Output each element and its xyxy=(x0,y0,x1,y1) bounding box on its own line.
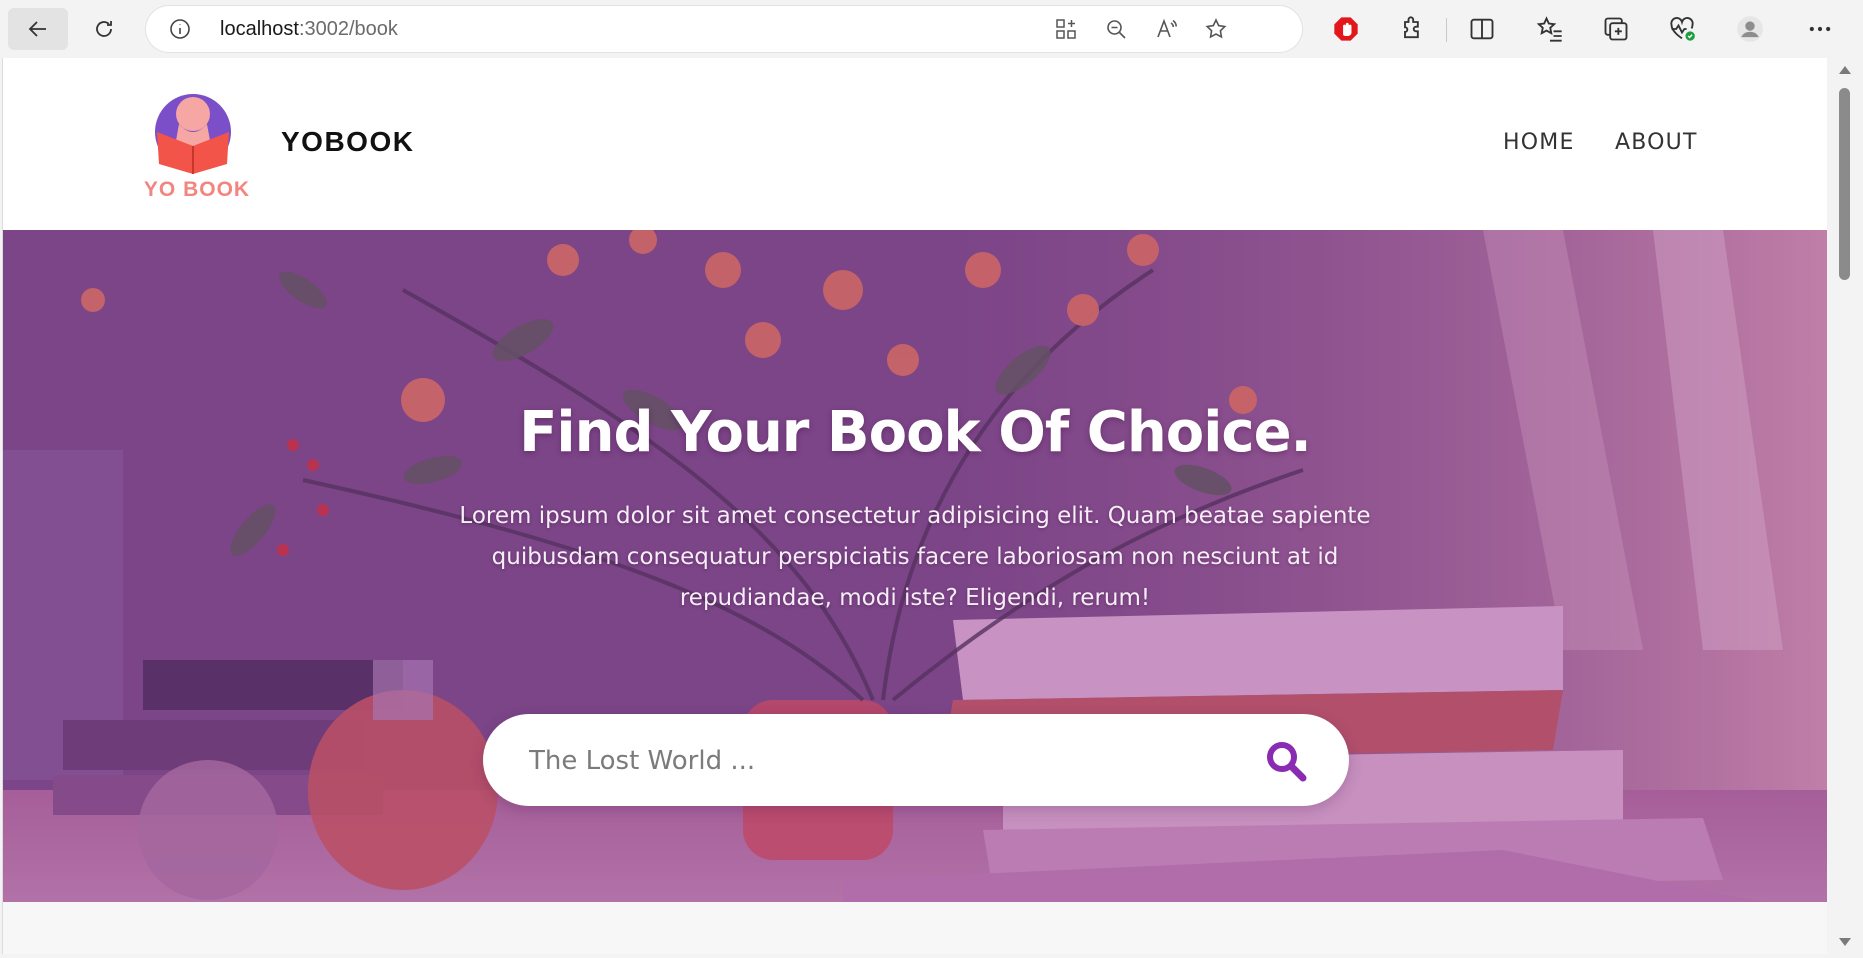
search-button[interactable] xyxy=(1261,736,1311,786)
app-grid-icon[interactable] xyxy=(1054,17,1078,41)
nav-link-about[interactable]: ABOUT xyxy=(1615,130,1698,155)
address-bar[interactable]: localhost:3002/book xyxy=(146,6,1302,52)
split-screen-icon[interactable] xyxy=(1468,15,1496,43)
search-icon xyxy=(1267,742,1307,782)
hero-description: Lorem ipsum dolor sit amet consectetur a… xyxy=(459,503,1371,611)
collections-icon[interactable] xyxy=(1602,15,1630,43)
hero-section: Find Your Book Of Choice. Lorem ipsum do… xyxy=(3,230,1827,902)
profile-icon[interactable] xyxy=(1736,15,1764,43)
more-icon[interactable] xyxy=(1806,15,1834,43)
extensions-icon[interactable] xyxy=(1398,15,1426,43)
search-bar xyxy=(483,714,1349,806)
favorites-list-icon[interactable] xyxy=(1536,15,1564,43)
logo-caption: YO BOOK xyxy=(143,178,251,201)
scroll-down-arrow-icon[interactable] xyxy=(1839,938,1851,946)
back-arrow-icon xyxy=(28,21,46,37)
url-text[interactable]: localhost:3002/book xyxy=(220,18,398,41)
reload-icon xyxy=(96,21,112,37)
favorite-star-icon[interactable] xyxy=(1204,17,1228,41)
scroll-up-arrow-icon[interactable] xyxy=(1839,66,1851,74)
url-host: localhost xyxy=(220,18,299,40)
site-header: YO BOOK YOBOOK HOME ABOUT xyxy=(3,58,1827,230)
nav-link-home[interactable]: HOME xyxy=(1503,130,1575,155)
browser-health-icon[interactable] xyxy=(1668,15,1696,43)
url-path: :3002/book xyxy=(298,18,398,40)
info-icon[interactable] xyxy=(168,17,192,41)
reload-button[interactable] xyxy=(82,8,126,50)
hero-title: Find Your Book Of Choice. xyxy=(519,400,1312,465)
page-scrollbar[interactable] xyxy=(1830,58,1860,954)
read-aloud-icon[interactable] xyxy=(1154,17,1178,41)
back-button[interactable] xyxy=(8,8,68,50)
toolbar-separator xyxy=(1446,18,1447,42)
page-content-start xyxy=(3,902,1827,954)
brand-name[interactable]: YOBOOK xyxy=(281,126,414,158)
zoom-out-icon[interactable] xyxy=(1104,17,1128,41)
scroll-thumb[interactable] xyxy=(1839,88,1850,280)
browser-toolbar: localhost:3002/book xyxy=(0,0,1863,58)
search-input[interactable] xyxy=(527,736,1231,786)
page-viewport: YO BOOK YOBOOK HOME ABOUT Find Your Book… xyxy=(2,58,1827,954)
adblock-icon[interactable] xyxy=(1332,15,1360,43)
